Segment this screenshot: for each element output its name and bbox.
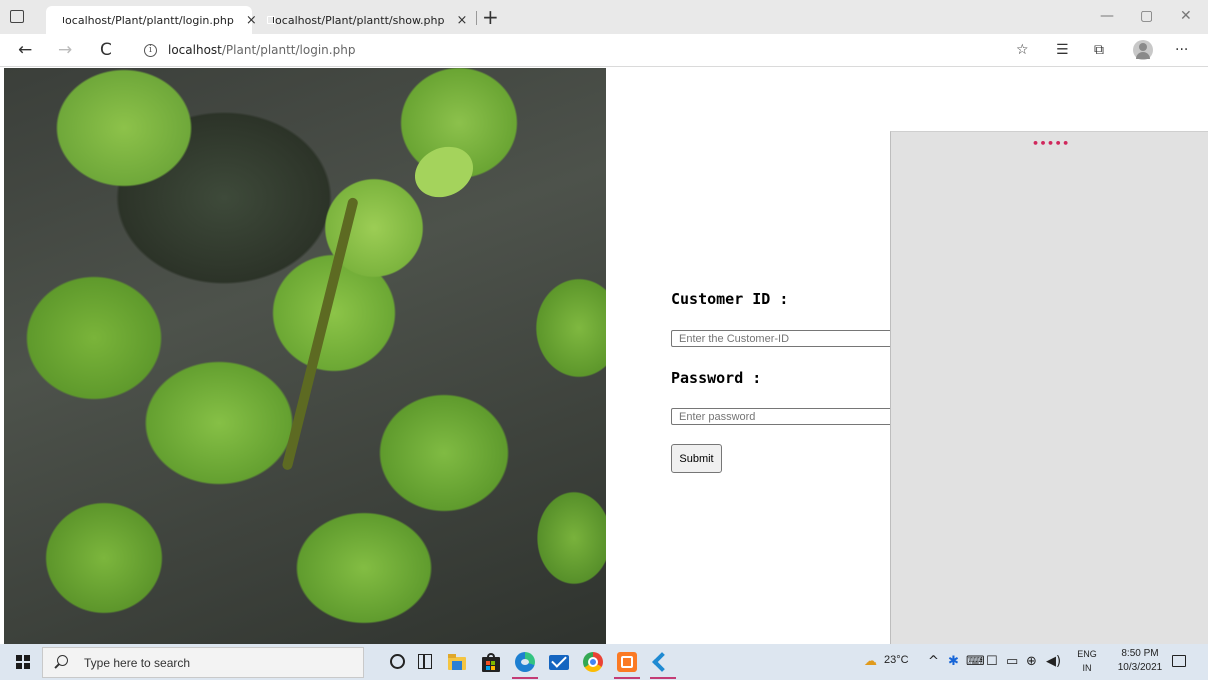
taskbar-clock[interactable]: 8:50 PM 10/3/2021 xyxy=(1110,647,1170,675)
network-globe-icon[interactable]: ⊕ xyxy=(1026,654,1037,669)
battery-icon[interactable]: ▭ xyxy=(1006,654,1018,669)
overlay-dots: ••••• xyxy=(1032,137,1070,150)
edge-browser-icon[interactable] xyxy=(514,651,536,673)
customer-id-label: Customer ID : xyxy=(671,290,789,308)
new-tab-button[interactable]: + xyxy=(482,5,499,29)
cortana-icon[interactable] xyxy=(390,654,405,669)
plant-bud xyxy=(406,137,482,207)
taskbar: Type here to search ☁ 23°C ^ ✱ ⌨ ☐ ▭ ⊕ ◀… xyxy=(0,644,1208,680)
password-label: Password : xyxy=(671,369,762,387)
profile-avatar-icon[interactable] xyxy=(1133,40,1153,60)
password-input[interactable] xyxy=(671,408,897,425)
clock-date: 10/3/2021 xyxy=(1117,662,1163,673)
active-app-indicator xyxy=(614,677,640,679)
weather-temperature[interactable]: 23°C xyxy=(884,654,909,666)
collections-icon[interactable]: ⧉ xyxy=(1094,42,1104,58)
tab-title: localhost/Plant/plantt/login.php xyxy=(62,13,234,27)
touch-keyboard-icon[interactable]: ⌨ xyxy=(966,654,985,669)
page-viewport: Customer ID : Password : Submit ••••• xyxy=(0,68,1208,644)
notification-center-icon[interactable] xyxy=(1172,655,1186,667)
more-options-icon[interactable]: ··· xyxy=(1175,42,1188,58)
restore-button[interactable]: ▢ xyxy=(1140,8,1153,24)
url-host: localhost xyxy=(168,43,222,57)
onedrive-icon[interactable]: ☐ xyxy=(986,654,998,669)
store-icon[interactable] xyxy=(480,651,502,673)
tab-login[interactable]: localhost/Plant/plantt/login.php × xyxy=(46,6,257,34)
task-view-icon[interactable] xyxy=(418,654,432,669)
tab-actions-icon[interactable] xyxy=(10,10,24,23)
active-app-indicator xyxy=(650,677,676,679)
clock-time: 8:50 PM xyxy=(1121,648,1159,659)
search-icon xyxy=(57,655,68,666)
windows-start-icon[interactable] xyxy=(16,655,30,669)
forward-button[interactable]: → xyxy=(58,40,72,60)
customer-id-input[interactable] xyxy=(671,330,897,347)
tab-separator xyxy=(476,11,477,25)
url-path: /Plant/plantt/login.php xyxy=(221,43,356,57)
search-placeholder: Type here to search xyxy=(84,656,191,670)
language-code: ENG xyxy=(1077,649,1097,659)
plant-photo xyxy=(4,68,606,644)
show-hidden-icons-chevron-icon[interactable]: ^ xyxy=(928,654,939,669)
tab-title: localhost/Plant/plantt/show.php xyxy=(272,13,445,27)
active-app-indicator xyxy=(512,677,538,679)
site-info-icon[interactable]: i xyxy=(144,44,157,57)
volume-icon[interactable]: ◀) xyxy=(1046,654,1061,669)
url-field[interactable]: localhost/Plant/plantt/login.php xyxy=(168,43,355,57)
tab-bar: localhost/Plant/plantt/login.php × local… xyxy=(0,0,1208,34)
favorites-icon[interactable]: ☰ xyxy=(1056,42,1069,58)
back-button[interactable]: ← xyxy=(18,40,32,60)
minimize-button[interactable]: — xyxy=(1100,8,1114,24)
address-bar: ← → C i localhost/Plant/plantt/login.php… xyxy=(0,34,1208,67)
language-indicator[interactable]: ENG IN xyxy=(1076,647,1098,675)
vscode-icon[interactable] xyxy=(652,651,674,673)
overlay-panel: ••••• xyxy=(890,131,1208,644)
xampp-icon[interactable] xyxy=(616,651,638,673)
mail-icon[interactable] xyxy=(548,651,570,673)
close-window-button[interactable]: ✕ xyxy=(1180,8,1192,24)
plant-stem xyxy=(281,196,359,471)
taskbar-search[interactable]: Type here to search xyxy=(42,647,364,678)
tab-close-icon[interactable]: × xyxy=(456,13,467,28)
add-favorite-icon[interactable]: ☆ xyxy=(1016,42,1029,58)
submit-button[interactable]: Submit xyxy=(671,444,722,473)
bluetooth-icon[interactable]: ✱ xyxy=(948,654,959,669)
reload-button[interactable]: C xyxy=(100,40,112,60)
chrome-browser-icon[interactable] xyxy=(582,651,604,673)
file-explorer-icon[interactable] xyxy=(446,651,468,673)
region-code: IN xyxy=(1082,663,1092,673)
weather-icon[interactable]: ☁ xyxy=(864,654,877,669)
tab-show[interactable]: localhost/Plant/plantt/show.php × xyxy=(256,6,474,34)
